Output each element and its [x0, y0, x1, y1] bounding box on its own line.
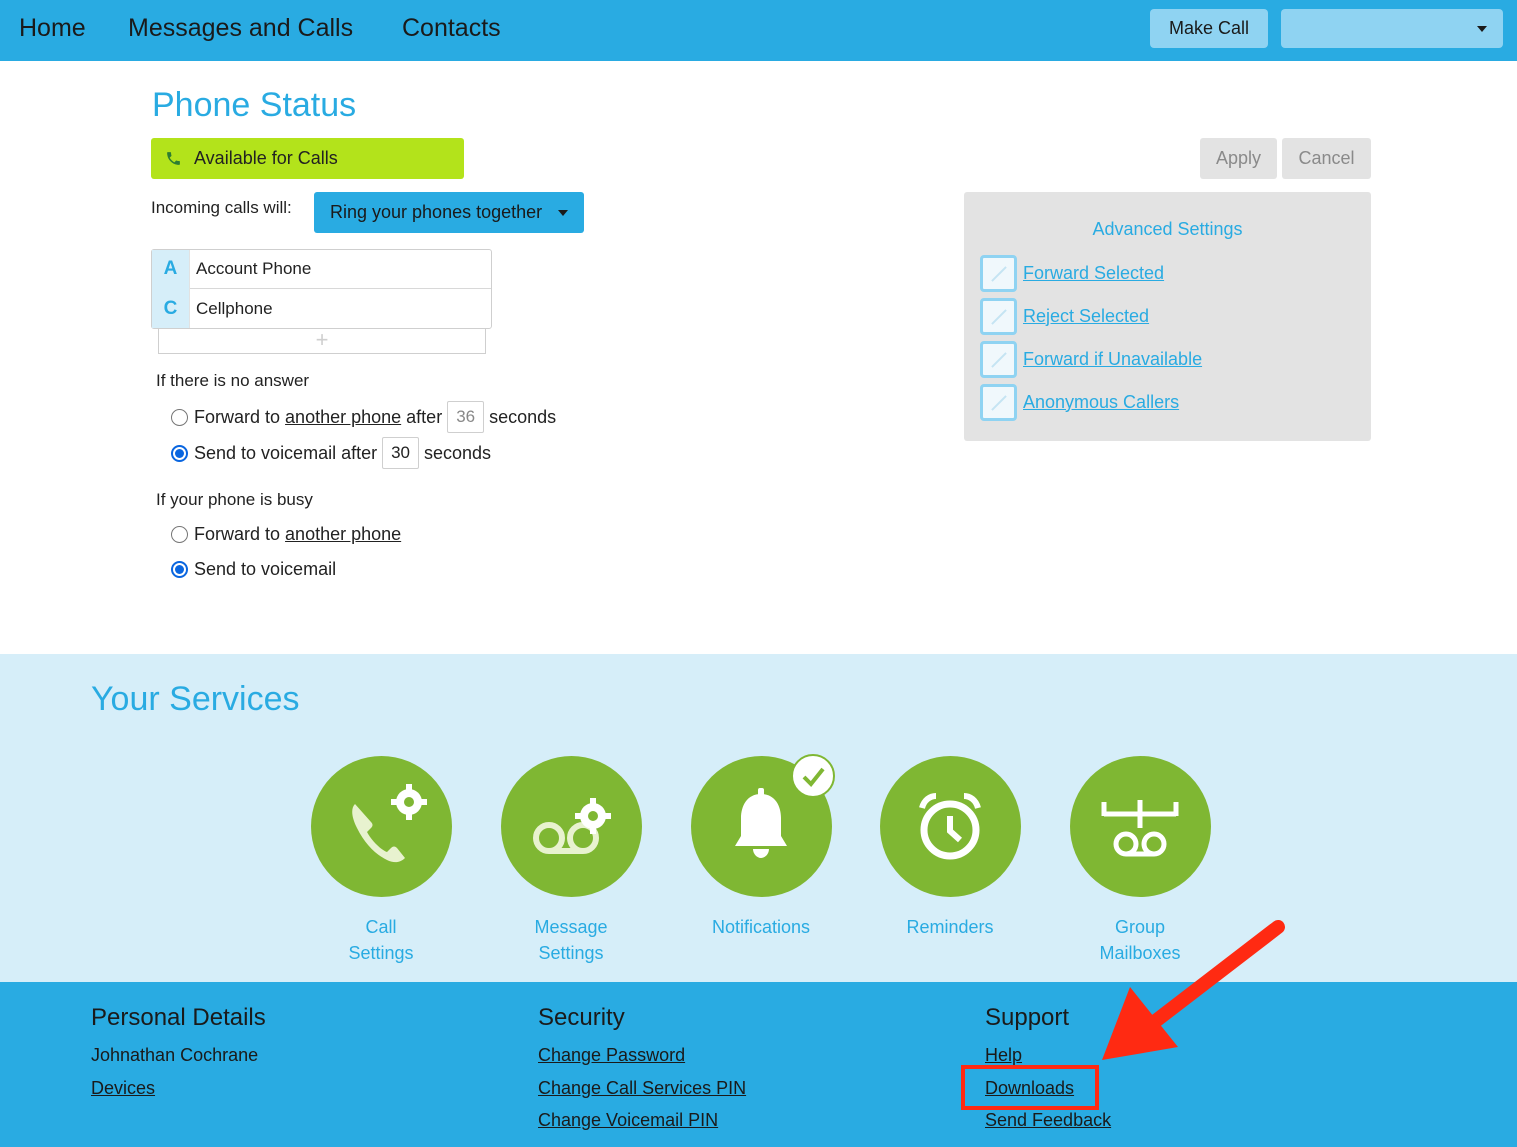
change-password-link[interactable]: Change Password — [538, 1045, 685, 1066]
page-title: Phone Status — [152, 86, 357, 124]
anonymous-callers-link[interactable]: Anonymous Callers — [1023, 392, 1179, 413]
phone-letter-badge: C — [152, 289, 190, 328]
footer-heading-support: Support — [985, 1004, 1070, 1031]
nav-home[interactable]: Home — [19, 14, 86, 43]
cancel-button[interactable]: Cancel — [1282, 138, 1371, 179]
list-item[interactable]: C Cellphone — [152, 289, 491, 328]
busy-label: If your phone is busy — [156, 490, 313, 509]
devices-link[interactable]: Devices — [91, 1078, 155, 1099]
make-call-button[interactable]: Make Call — [1150, 9, 1268, 48]
advanced-item-reject-selected[interactable]: Reject Selected — [980, 297, 1149, 335]
services-title: Your Services — [91, 680, 300, 718]
forward-selected-icon — [980, 254, 1017, 292]
footer-heading-personal: Personal Details — [91, 1004, 266, 1031]
incoming-calls-label: Incoming calls will: — [151, 198, 292, 217]
apply-button[interactable]: Apply — [1200, 138, 1277, 179]
group-voicemail-icon — [1069, 756, 1211, 897]
forward-if-unavailable-link[interactable]: Forward if Unavailable — [1023, 349, 1202, 370]
service-reminders[interactable]: Reminders — [850, 756, 1050, 940]
service-label: Message Settings — [534, 917, 608, 963]
no-answer-voicemail-radio[interactable] — [171, 444, 188, 462]
advanced-settings-title: Advanced Settings — [1092, 219, 1243, 239]
service-notifications[interactable]: Notifications — [661, 754, 861, 940]
chevron-down-icon — [1477, 26, 1487, 32]
nav-contacts[interactable]: Contacts — [402, 14, 501, 43]
chevron-down-icon — [558, 210, 568, 216]
phone-name: Cellphone — [196, 298, 273, 318]
availability-status-label: Available for Calls — [194, 148, 338, 168]
bell-icon — [690, 754, 835, 897]
phone-name: Account Phone — [196, 259, 312, 278]
alarm-clock-icon — [879, 756, 1021, 897]
advanced-item-forward-if-unavailable[interactable]: Forward if Unavailable — [980, 340, 1202, 378]
no-answer-voicemail-option[interactable]: Send to voicemail after 30 seconds — [171, 437, 492, 469]
phone-icon — [167, 152, 180, 165]
reject-selected-link[interactable]: Reject Selected — [1023, 306, 1149, 327]
no-answer-label: If there is no answer — [156, 371, 310, 390]
change-voicemail-pin-link[interactable]: Change Voicemail PIN — [538, 1110, 718, 1131]
busy-voicemail-radio[interactable] — [171, 560, 188, 578]
service-label: Notifications — [711, 917, 811, 937]
option-text: Forward to — [194, 523, 281, 544]
ring-phone-list: A Account Phone C Cellphone — [151, 249, 492, 329]
phone-letter-badge: A — [152, 249, 190, 289]
another-phone-link[interactable]: another phone — [285, 407, 401, 428]
seconds-label: seconds — [489, 406, 557, 427]
option-text: Send to voicemail — [194, 558, 337, 579]
option-text: Forward to — [194, 406, 281, 427]
no-answer-forward-option[interactable]: Forward to another phone after 36 second… — [171, 401, 557, 433]
ring-mode-dropdown[interactable]: Ring your phones together — [314, 192, 584, 233]
seconds-label: seconds — [424, 442, 492, 463]
no-answer-forward-radio[interactable] — [171, 408, 188, 426]
service-message-settings[interactable]: Message Settings — [471, 756, 671, 966]
option-text: Send to voicemail after — [194, 442, 378, 463]
phone-gear-icon — [310, 756, 452, 897]
account-select[interactable] — [1281, 9, 1503, 48]
change-call-services-pin-link[interactable]: Change Call Services PIN — [538, 1078, 746, 1099]
help-link[interactable]: Help — [985, 1045, 1022, 1066]
ring-mode-value: Ring your phones together — [330, 202, 543, 222]
reject-selected-icon — [980, 297, 1017, 335]
advanced-settings-panel: Advanced Settings Forward Selected Rejec… — [964, 192, 1371, 441]
footer-heading-security: Security — [538, 1004, 625, 1031]
forward-unavailable-icon — [980, 340, 1017, 378]
user-name: Johnathan Cochrane — [91, 1045, 259, 1065]
voicemail-seconds-input[interactable]: 30 — [382, 437, 420, 469]
downloads-highlight-box — [961, 1065, 1099, 1110]
another-phone-link[interactable]: another phone — [285, 524, 401, 545]
send-feedback-link[interactable]: Send Feedback — [985, 1110, 1111, 1131]
check-icon — [790, 754, 835, 798]
service-call-settings[interactable]: Call Settings — [281, 756, 481, 966]
add-phone-button[interactable]: + — [158, 329, 486, 354]
list-item[interactable]: A Account Phone — [152, 249, 491, 289]
advanced-item-forward-selected[interactable]: Forward Selected — [980, 254, 1164, 292]
busy-forward-radio[interactable] — [171, 525, 188, 543]
voicemail-gear-icon — [500, 756, 642, 897]
busy-voicemail-option[interactable]: Send to voicemail — [171, 556, 336, 582]
busy-forward-option[interactable]: Forward to another phone — [171, 521, 401, 547]
advanced-item-anonymous-callers[interactable]: Anonymous Callers — [980, 383, 1179, 421]
option-text: after — [406, 406, 443, 427]
service-label: Reminders — [906, 917, 994, 937]
red-arrow-annotation — [1102, 920, 1285, 1060]
forward-selected-link[interactable]: Forward Selected — [1023, 263, 1164, 284]
top-nav-bar: Home Messages and Calls Contacts Make Ca… — [0, 0, 1517, 61]
service-label: Call Settings — [348, 917, 414, 963]
forward-seconds-input[interactable]: 36 — [447, 401, 485, 433]
anonymous-callers-icon — [980, 383, 1017, 421]
availability-status-button[interactable]: Available for Calls — [151, 138, 464, 179]
nav-messages-and-calls[interactable]: Messages and Calls — [128, 14, 353, 43]
